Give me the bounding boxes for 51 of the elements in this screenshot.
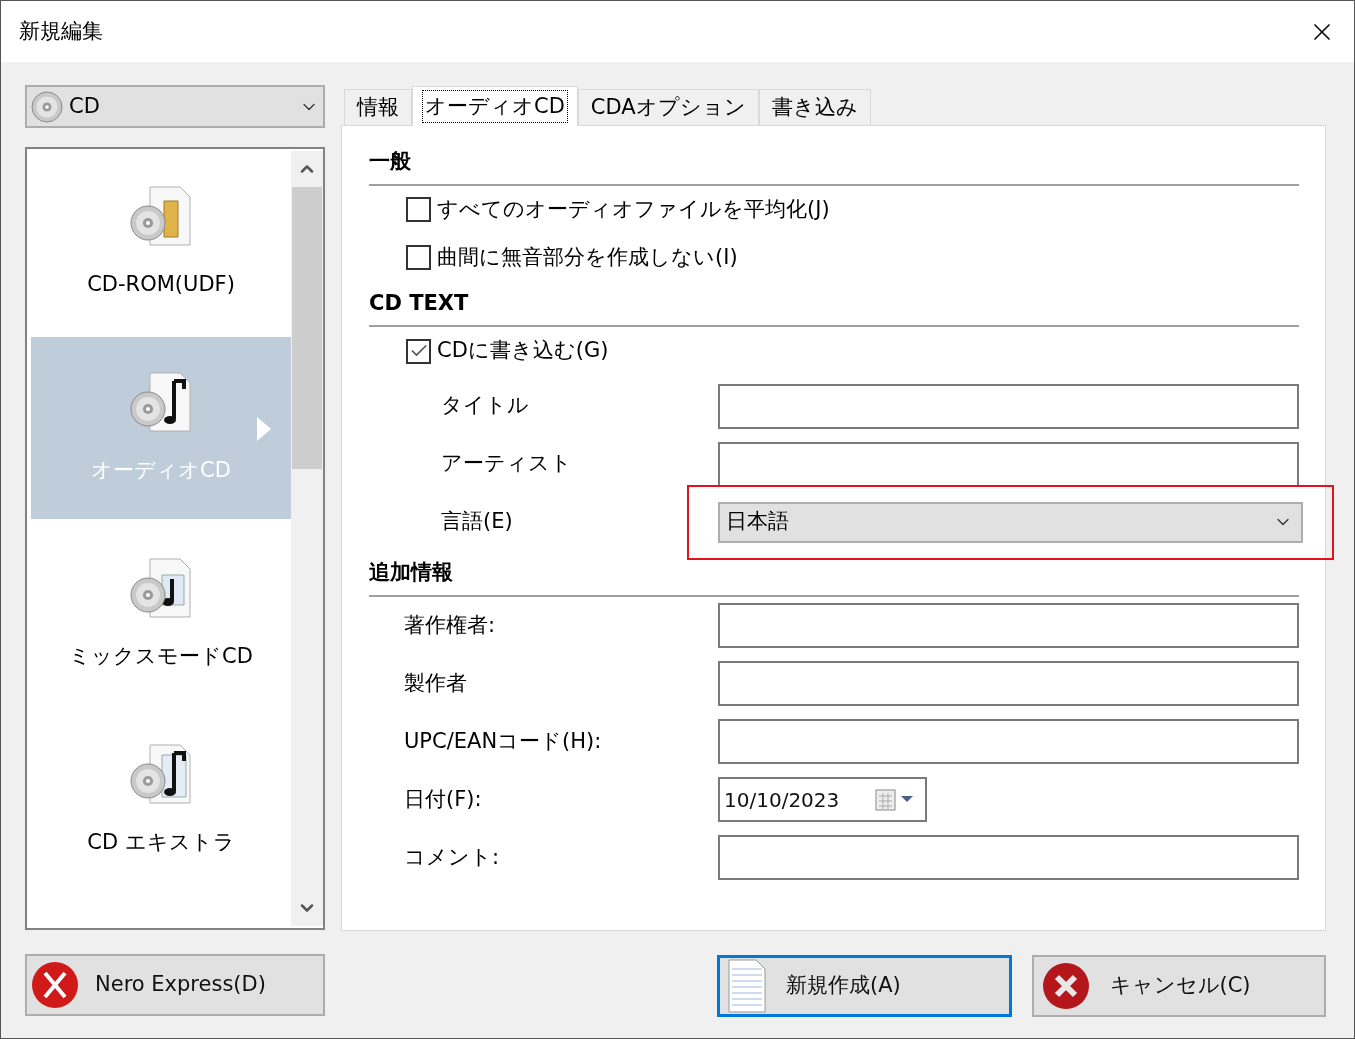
nero-express-button[interactable]: Nero Express(D) xyxy=(25,954,325,1016)
text-field[interactable] xyxy=(718,835,1299,880)
tab[interactable]: オーディオCD xyxy=(412,86,578,126)
dropdown-value: 日本語 xyxy=(726,508,790,536)
field-label: UPC/EANコード(H): xyxy=(404,728,602,753)
document-icon xyxy=(728,959,766,1013)
project-type-label: オーディオCD xyxy=(91,457,231,485)
tab[interactable]: 書き込み xyxy=(758,89,871,125)
section-heading: 一般 xyxy=(369,149,411,173)
field-label: 言語(E) xyxy=(441,509,513,534)
text-field[interactable] xyxy=(718,383,1299,429)
project-type-item[interactable]: CD エキストラ xyxy=(31,709,291,891)
field-label: アーティスト xyxy=(441,451,572,476)
section-heading: 追加情報 xyxy=(369,560,453,584)
x-logo-icon xyxy=(31,961,79,1009)
project-type-item[interactable]: ミックスモードCD xyxy=(31,523,291,705)
text-field[interactable] xyxy=(718,661,1299,706)
field-label: タイトル xyxy=(441,393,529,418)
checkbox[interactable] xyxy=(406,245,431,270)
scrollbar-thumb[interactable] xyxy=(292,187,322,469)
close-icon xyxy=(1041,962,1090,1010)
field-label: 日付(F): xyxy=(404,786,482,811)
cancel-button[interactable]: キャンセル(C) xyxy=(1031,955,1326,1017)
text-field[interactable] xyxy=(718,441,1299,487)
field-label: 製作者 xyxy=(404,670,467,695)
project-type-label: CD-ROM(UDF) xyxy=(87,271,235,299)
project-type-item[interactable]: CD-ROM(UDF) xyxy=(31,151,291,333)
language-dropdown[interactable]: 日本語 xyxy=(718,501,1303,543)
checkbox-label: すべてのオーディオファイルを平均化(J) xyxy=(437,195,830,223)
disc-type-dropdown[interactable]: CD xyxy=(25,85,325,128)
checkbox-label: 曲間に無音部分を作成しない(I) xyxy=(437,243,738,271)
field-label: コメント: xyxy=(404,844,500,869)
tab[interactable]: 情報 xyxy=(344,89,412,125)
date-field[interactable]: 10/10/2023 xyxy=(718,777,927,822)
create-button[interactable]: 新規作成(A) xyxy=(717,955,1012,1017)
text-field[interactable] xyxy=(718,603,1299,648)
disc-icon xyxy=(31,90,63,123)
scrollbar[interactable] xyxy=(291,151,323,926)
project-type-label: ミックスモードCD xyxy=(69,643,253,671)
pointer-triangle-icon xyxy=(257,417,271,441)
field-label: 著作権者: xyxy=(404,612,496,637)
checkbox[interactable] xyxy=(406,197,431,222)
section-heading: CD TEXT xyxy=(369,290,469,315)
checkbox-label: CDに書き込む(G) xyxy=(437,337,609,365)
project-type-label: CD エキストラ xyxy=(87,829,235,857)
tab[interactable]: CDAオプション xyxy=(577,89,759,125)
date-value: 10/10/2023 xyxy=(724,786,841,814)
text-field[interactable] xyxy=(718,719,1299,764)
window-title: 新規編集 xyxy=(19,17,103,45)
checkbox[interactable] xyxy=(406,338,431,364)
dropdown-value: CD xyxy=(69,92,101,120)
